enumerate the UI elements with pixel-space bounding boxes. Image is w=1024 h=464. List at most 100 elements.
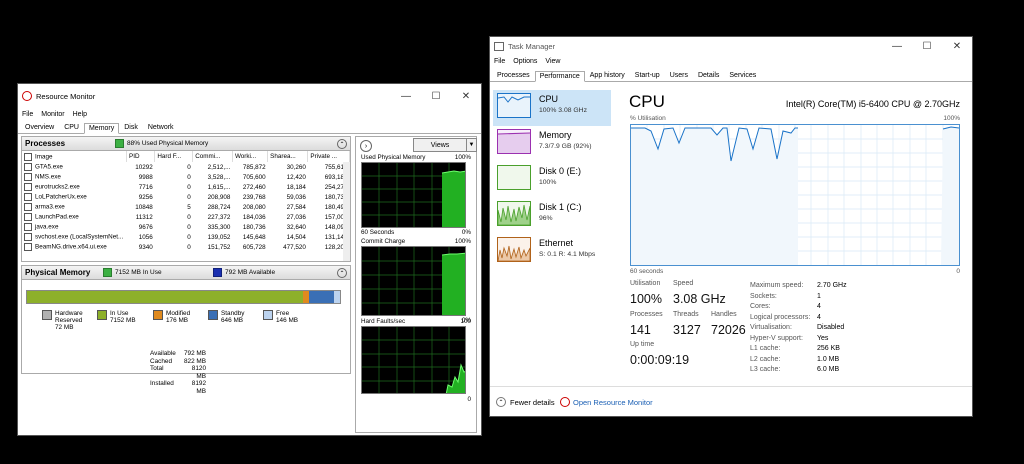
collapse-processes-button[interactable]: ⌃ — [337, 139, 347, 149]
tab-users[interactable]: Users — [665, 70, 693, 81]
process-checkbox[interactable] — [24, 163, 32, 171]
table-row[interactable]: NMS.exe 9988 0 3,528,... 705,600 12,420 693,18… — [22, 172, 350, 182]
column-header[interactable]: Sharea... — [267, 151, 309, 162]
sidebar-item-disk1[interactable]: Disk 1 (C:) 96% — [493, 198, 611, 234]
minimize-button[interactable]: — — [882, 37, 912, 55]
select-all-checkbox[interactable] — [24, 152, 32, 161]
spec-label: L2 cache: — [750, 355, 781, 363]
open-resource-monitor-link[interactable]: Open Resource Monitor — [573, 398, 653, 407]
stat-value: 3127 — [673, 323, 701, 337]
cpu-model: Intel(R) Core(TM) i5-6400 CPU @ 2.70GHz — [785, 99, 960, 109]
stat-label: Up time — [630, 341, 655, 348]
collapse-memory-button[interactable]: ⌃ — [337, 268, 347, 278]
process-checkbox[interactable] — [24, 183, 32, 191]
menu-file[interactable]: File — [22, 111, 33, 118]
disk0-thumbnail — [497, 165, 531, 190]
maximize-button[interactable]: ☐ — [421, 84, 451, 108]
close-button[interactable]: ✕ — [451, 84, 481, 108]
memory-bar-in-use — [27, 291, 303, 303]
tab-cpu[interactable]: CPU — [59, 122, 84, 133]
process-cell: 477,520 — [283, 243, 306, 251]
table-row[interactable]: LoLPatcherUx.exe 9256 0 208,908 239,768 59,03… — [22, 192, 350, 202]
menu-options[interactable]: Options — [513, 58, 537, 65]
tab-services[interactable]: Services — [724, 70, 761, 81]
stat-value: 0:00:09:19 — [630, 353, 690, 367]
tab-disk[interactable]: Disk — [119, 122, 143, 133]
process-checkbox[interactable] — [24, 173, 32, 181]
tab-overview[interactable]: Overview — [20, 122, 59, 133]
table-row[interactable]: svchost.exe (LocalSystemNet... 1056 0 139,0… — [22, 232, 350, 242]
maximize-button[interactable]: ☐ — [912, 37, 942, 55]
table-row[interactable]: LaunchPad.exe 11312 0 227,372 184,036 27,036 1… — [22, 212, 350, 222]
utilisation-max-label: 100% — [943, 115, 960, 122]
process-cell: 12,420 — [286, 173, 306, 181]
sidebar-item-ethernet[interactable]: Ethernet S: 0.1 R: 4.1 Mbps — [493, 234, 611, 270]
cpu-graph-svg — [631, 125, 960, 265]
process-cell: 9988 — [138, 173, 153, 181]
menu-help[interactable]: Help — [73, 111, 87, 118]
process-cell: 208,908 — [207, 193, 231, 201]
close-button[interactable]: ✕ — [942, 37, 972, 55]
processes-table: Image PID Hard F... Commi... Worki... Sh… — [22, 151, 350, 252]
table-row[interactable]: java.exe 9676 0 335,300 180,736 32,640 148,096 — [22, 222, 350, 232]
memory-legend-item: In Use 7152 MB — [97, 310, 150, 324]
graph-max-label: 100% — [454, 238, 471, 245]
summary-value: 8192 MB — [191, 380, 206, 395]
processes-status: 88% Used Physical Memory — [127, 140, 209, 147]
table-row[interactable]: arma3.exe 10848 5 288,724 208,080 27,584 180,4… — [22, 202, 350, 212]
tab-details[interactable]: Details — [693, 70, 724, 81]
processes-section: Processes 88% Used Physical Memory ⌃ Ima… — [21, 136, 351, 262]
memory-bar-standby — [309, 291, 335, 303]
panel-toggle-button[interactable]: › — [360, 140, 372, 152]
processes-header[interactable]: Processes 88% Used Physical Memory ⌃ — [22, 137, 350, 151]
process-checkbox[interactable] — [24, 203, 32, 211]
process-cell: 239,768 — [242, 193, 266, 201]
fewer-details-chevron-icon[interactable]: ⌃ — [496, 397, 506, 407]
legend-label: Modified — [166, 310, 191, 317]
physical-memory-header[interactable]: Physical Memory 7152 MB In Use 792 MB Av… — [22, 266, 350, 280]
process-checkbox[interactable] — [24, 223, 32, 231]
menu-file[interactable]: File — [494, 58, 505, 65]
cpu-utilisation-graph — [630, 124, 960, 266]
tab-performance[interactable]: Performance — [534, 71, 585, 82]
column-header[interactable]: Image — [22, 151, 127, 162]
menu-monitor[interactable]: Monitor — [41, 111, 64, 118]
tab-start-up[interactable]: Start-up — [630, 70, 665, 81]
fewer-details-link[interactable]: Fewer details — [510, 398, 555, 407]
views-dropdown-button[interactable]: ▼ — [466, 138, 477, 152]
resource-monitor-window: Resource Monitor — ☐ ✕ File Monitor Help… — [17, 83, 482, 436]
table-row[interactable]: eurotrucks2.exe 7716 0 1,615,... 272,460 18,1… — [22, 182, 350, 192]
column-header[interactable]: PID — [126, 151, 156, 162]
spec-value: 256 KB — [817, 345, 840, 352]
column-header[interactable]: Worki... — [232, 151, 269, 162]
process-cell: 3,528,... — [207, 173, 231, 181]
spec-label: Maximum speed: — [750, 282, 804, 289]
sidebar-item-memory[interactable]: Memory 7.3/7.9 GB (92%) — [493, 126, 611, 162]
table-row[interactable]: BeamNG.drive.x64.ui.exe 9340 0 151,752 605,7… — [22, 242, 350, 252]
views-button[interactable]: Views — [413, 138, 467, 152]
process-checkbox[interactable] — [24, 213, 32, 221]
process-checkbox[interactable] — [24, 243, 32, 251]
tab-app-history[interactable]: App history — [585, 70, 630, 81]
processes-scrollbar[interactable] — [343, 162, 350, 261]
column-header[interactable]: Hard F... — [154, 151, 194, 162]
sidebar-item-cpu[interactable]: CPU 100% 3.08 GHz — [493, 90, 611, 126]
menu-view[interactable]: View — [545, 58, 560, 65]
tab-network[interactable]: Network — [143, 122, 179, 133]
process-checkbox[interactable] — [24, 233, 32, 241]
minimize-button[interactable]: — — [391, 84, 421, 108]
process-checkbox[interactable] — [24, 193, 32, 201]
process-cell: 10292 — [135, 163, 153, 171]
process-cell: 151,752 — [207, 243, 231, 251]
stat-value: 72026 — [711, 323, 746, 337]
column-header[interactable]: Commi... — [192, 151, 233, 162]
sidebar-item-disk0[interactable]: Disk 0 (E:) 100% — [493, 162, 611, 198]
legend-swatch — [208, 310, 218, 320]
rm-titlebar: Resource Monitor — ☐ ✕ — [18, 84, 481, 108]
tab-memory[interactable]: Memory — [83, 123, 120, 134]
table-row[interactable]: GTA5.exe 10292 0 2,512,... 785,872 30,260 755,… — [22, 162, 350, 172]
tab-processes[interactable]: Processes — [492, 70, 535, 81]
memory-bar-free — [334, 291, 340, 303]
column-header[interactable]: Private ... — [307, 151, 350, 162]
sidebar-name: CPU — [539, 94, 559, 104]
